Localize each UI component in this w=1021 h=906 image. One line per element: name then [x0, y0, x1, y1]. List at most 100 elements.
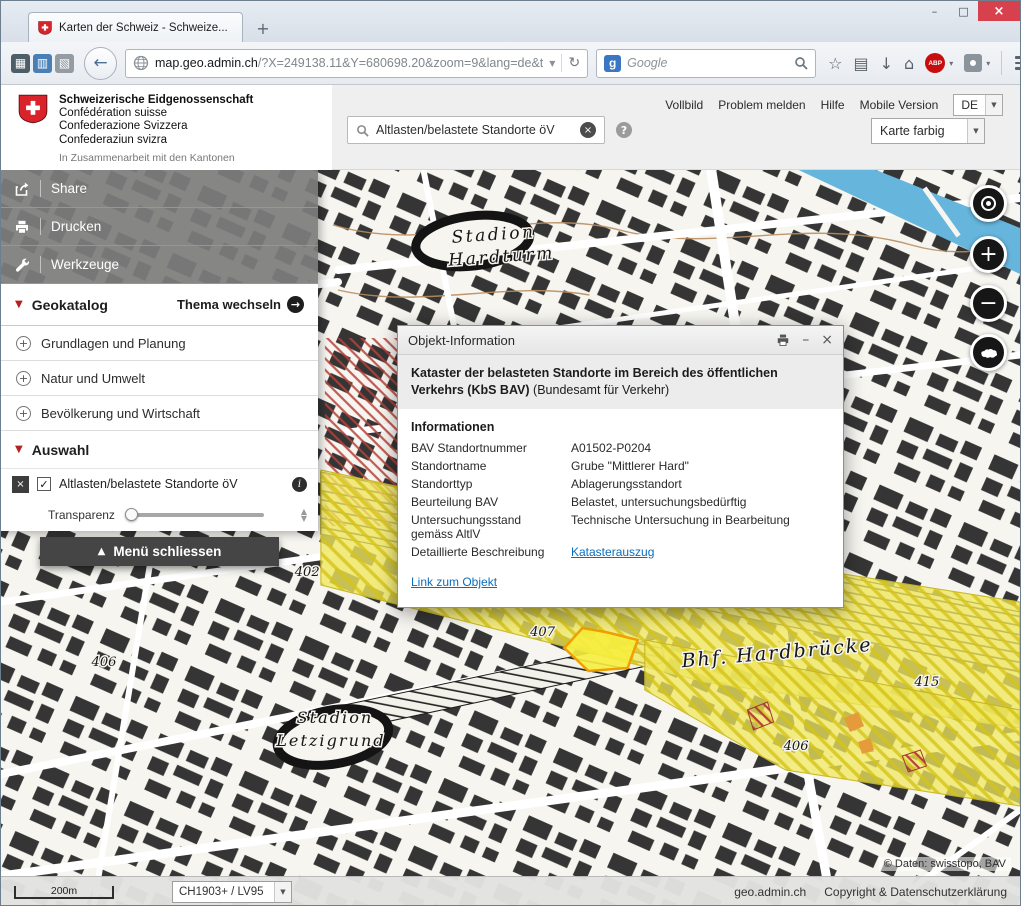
cadastre-extract-link[interactable]: Katasterauszug: [571, 545, 654, 559]
footer-bar: 200m CH1903+ / LV95 ▼ geo.admin.ch Copyr…: [1, 876, 1020, 906]
google-favicon[interactable]: g: [604, 55, 621, 72]
layer-reorder-icons[interactable]: ▲ ▼: [301, 508, 307, 522]
label-number-406a: 406: [91, 655, 117, 670]
window-maximize-button[interactable]: □: [949, 1, 978, 21]
browser-search-input[interactable]: [627, 56, 788, 70]
layer-label: Altlasten/belastete Standorte öV: [59, 477, 284, 491]
map-search-input[interactable]: [376, 123, 573, 137]
sidebar-item-tools[interactable]: Werkzeuge: [1, 246, 318, 284]
chevron-down-icon[interactable]: ▼: [967, 119, 984, 143]
popup-subtitle: Kataster der belasteten Standorte im Ber…: [398, 355, 843, 409]
search-help-icon[interactable]: ?: [616, 122, 632, 138]
addon-icon[interactable]: [964, 54, 982, 72]
browser-tab[interactable]: Karten der Schweiz - Schweize...: [28, 12, 243, 42]
new-tab-button[interactable]: +: [249, 15, 277, 41]
slider-handle[interactable]: [125, 508, 138, 521]
menu-icon[interactable]: [1013, 52, 1021, 74]
chevron-down-icon[interactable]: ▼: [274, 882, 291, 902]
label-number-415: 415: [913, 675, 939, 690]
zoom-in-button[interactable]: +: [970, 236, 1007, 273]
downloads-icon[interactable]: ↓: [880, 54, 893, 73]
tools-icon: [14, 257, 30, 273]
layer-checkbox[interactable]: ✓: [37, 477, 51, 491]
chevron-down-icon[interactable]: ▼: [985, 95, 1002, 115]
separator: [40, 180, 41, 197]
url-divider: [561, 54, 562, 72]
label-letzigrund-2: Letzigrund: [275, 731, 385, 750]
toolbar-app-icon-1[interactable]: ▦: [11, 54, 30, 73]
expand-icon[interactable]: +: [16, 371, 31, 386]
window-controls: – □ ×: [920, 1, 1020, 21]
remove-layer-button[interactable]: ×: [12, 476, 29, 493]
popup-print-icon[interactable]: [776, 333, 790, 347]
popup-close-icon[interactable]: ×: [821, 332, 833, 348]
window-close-button[interactable]: ×: [978, 1, 1020, 21]
adblock-icon[interactable]: ABP: [925, 53, 945, 73]
catalog-item-label: Natur und Umwelt: [41, 371, 145, 386]
geolocate-button[interactable]: [970, 185, 1007, 222]
window-minimize-button[interactable]: –: [920, 1, 949, 21]
checkmark-icon: ✓: [39, 479, 48, 490]
info-label: Standorttyp: [411, 477, 563, 491]
projection-value: CH1903+ / LV95: [173, 886, 274, 898]
catalog-item-grundlagen[interactable]: + Grundlagen und Planung: [1, 326, 318, 361]
adblock-caret-icon[interactable]: ▾: [949, 59, 953, 68]
expand-icon[interactable]: +: [16, 406, 31, 421]
geocatalog-header[interactable]: ▼ Geokatalog Thema wechseln →: [1, 284, 318, 326]
popup-header[interactable]: Objekt-Information – ×: [398, 326, 843, 355]
bookmark-star-icon[interactable]: ☆: [828, 54, 842, 73]
share-icon: [14, 181, 30, 197]
label-letzigrund-1: Stadion: [297, 708, 374, 727]
layer-info-icon[interactable]: i: [292, 477, 307, 492]
browser-window: Karten der Schweiz - Schweize... + – □ ×…: [0, 0, 1021, 906]
back-button[interactable]: ←: [84, 47, 117, 80]
sidebar-item-share[interactable]: Share: [1, 170, 318, 208]
footer-copyright-link[interactable]: Copyright & Datenschutzerklärung: [824, 885, 1007, 899]
link-mobile-version[interactable]: Mobile Version: [860, 98, 939, 112]
object-link[interactable]: Link zum Objekt: [411, 575, 497, 589]
arrow-right-icon: →: [287, 296, 304, 313]
footer-site-link[interactable]: geo.admin.ch: [734, 885, 806, 899]
link-hilfe[interactable]: Hilfe: [821, 98, 845, 112]
map-search-field[interactable]: ×: [347, 116, 605, 144]
reload-icon[interactable]: ↻: [568, 55, 580, 71]
language-select[interactable]: DE ▼: [953, 94, 1003, 116]
selection-label: Auswahl: [32, 442, 90, 458]
map-style-value: Karte farbig: [872, 124, 967, 138]
bookmarks-panel-icon[interactable]: ▤: [854, 54, 869, 73]
url-bar[interactable]: map.geo.admin.ch/?X=249138.11&Y=680698.2…: [125, 49, 588, 78]
sidebar-item-print[interactable]: Drucken: [1, 208, 318, 246]
url-domain: map.geo.admin.ch: [155, 56, 258, 70]
map-style-select[interactable]: Karte farbig ▼: [871, 118, 985, 144]
addon-dot: [970, 60, 976, 66]
transparency-slider[interactable]: [126, 513, 264, 517]
url-dropdown-icon[interactable]: ▼: [549, 59, 555, 68]
print-icon: [14, 219, 30, 235]
separator: [40, 218, 41, 235]
popup-minimize-icon[interactable]: –: [802, 332, 809, 348]
url-text[interactable]: map.geo.admin.ch/?X=249138.11&Y=680698.2…: [155, 56, 543, 70]
addon-caret-icon[interactable]: ▾: [986, 59, 990, 68]
browser-search-bar[interactable]: g: [596, 49, 816, 78]
change-theme-link[interactable]: Thema wechseln →: [177, 296, 304, 313]
info-label: Untersuchungsstand gemäss AltlV: [411, 513, 563, 541]
projection-select[interactable]: CH1903+ / LV95 ▼: [172, 881, 292, 903]
catalog-item-natur[interactable]: + Natur und Umwelt: [1, 361, 318, 396]
catalog-item-bevoelkerung[interactable]: + Bevölkerung und Wirtschaft: [1, 396, 318, 431]
info-label: Detaillierte Beschreibung: [411, 545, 563, 559]
link-problem-melden[interactable]: Problem melden: [718, 98, 805, 112]
home-icon[interactable]: ⌂: [904, 54, 914, 73]
move-down-icon[interactable]: ▼: [301, 515, 307, 522]
browser-toolbar: ▦ ▥ ▧ ← map.geo.admin.ch/?X=249138.11&Y=…: [1, 42, 1020, 85]
link-vollbild[interactable]: Vollbild: [665, 98, 703, 112]
switzerland-overview-button[interactable]: [970, 334, 1007, 371]
expand-icon[interactable]: +: [16, 336, 31, 351]
zoom-out-button[interactable]: −: [970, 285, 1007, 322]
clear-search-icon[interactable]: ×: [580, 122, 596, 138]
toolbar-app-icon-2[interactable]: ▥: [33, 54, 52, 73]
close-menu-button[interactable]: ▲ Menü schliessen: [40, 537, 279, 566]
toolbar-app-icon-3[interactable]: ▧: [55, 54, 74, 73]
search-icon[interactable]: [794, 56, 808, 70]
cooperation-note: In Zusammenarbeit mit den Kantonen: [59, 152, 332, 164]
selection-header[interactable]: ▼ Auswahl: [1, 431, 318, 469]
